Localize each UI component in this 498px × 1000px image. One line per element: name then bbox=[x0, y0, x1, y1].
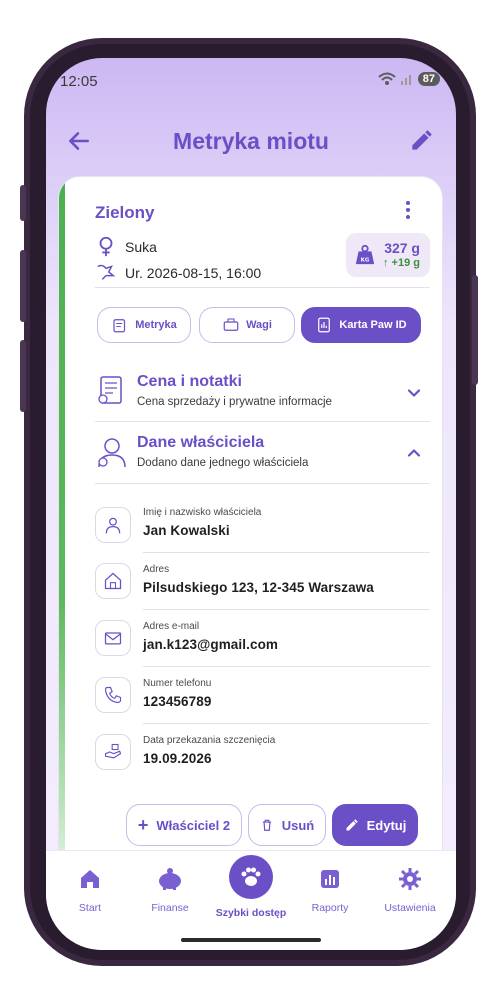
nav-finanse[interactable]: Finanse bbox=[130, 867, 210, 914]
bottom-nav: Start Finanse Szybki dostęp Raporty Usta… bbox=[46, 850, 456, 950]
nav-quick-access-button[interactable] bbox=[229, 855, 273, 899]
weight-badge[interactable]: KG 327 g ↑ +19 g bbox=[346, 233, 430, 277]
tab-metryka[interactable]: Metryka bbox=[97, 307, 191, 343]
side-button bbox=[20, 185, 26, 221]
tab-karta-paw-id[interactable]: Karta Paw ID bbox=[301, 307, 421, 343]
home-indicator[interactable] bbox=[181, 938, 321, 942]
divider bbox=[143, 666, 430, 667]
female-icon bbox=[99, 236, 113, 257]
delete-label: Usuń bbox=[281, 817, 315, 833]
nav-label: Ustawienia bbox=[384, 902, 436, 914]
section-subtitle: Cena sprzedaży i prywatne informacje bbox=[137, 396, 332, 408]
divider bbox=[143, 723, 430, 724]
signal-icon bbox=[400, 75, 411, 85]
house-icon bbox=[95, 563, 131, 599]
mail-icon bbox=[95, 620, 131, 656]
divider bbox=[95, 421, 430, 422]
weight-delta: ↑ +19 g bbox=[383, 257, 420, 269]
notes-icon bbox=[98, 376, 122, 404]
edit-label: Edytuj bbox=[366, 817, 407, 833]
status-icons: 87 bbox=[378, 72, 440, 86]
phone-label: Numer telefonu bbox=[143, 678, 212, 689]
side-button bbox=[20, 340, 26, 412]
tab-label: Wagi bbox=[246, 319, 272, 331]
screen: 12:05 87 Metryka miotu Zielony Suka Ur. … bbox=[46, 58, 456, 950]
chevron-down-icon[interactable] bbox=[404, 383, 424, 403]
color-marker bbox=[59, 177, 65, 875]
gear-icon bbox=[399, 868, 421, 890]
chevron-up-icon[interactable] bbox=[404, 443, 424, 463]
handover-icon bbox=[95, 734, 131, 770]
status-bar: 12:05 87 bbox=[46, 58, 456, 98]
nav-label: Start bbox=[78, 902, 102, 914]
weight-value: 327 g bbox=[384, 240, 420, 256]
handover-date-value: 19.09.2026 bbox=[143, 751, 212, 766]
power-button bbox=[472, 275, 478, 385]
paw-icon bbox=[241, 867, 261, 886]
status-time: 12:05 bbox=[60, 73, 98, 90]
wifi-icon bbox=[378, 72, 396, 85]
address-label: Adres bbox=[143, 564, 170, 575]
document-icon bbox=[113, 319, 126, 333]
divider bbox=[143, 609, 430, 610]
app-bar: Metryka miotu bbox=[46, 118, 456, 164]
id-card-icon bbox=[318, 317, 331, 333]
owner-name-value: Jan Kowalski bbox=[143, 523, 230, 538]
bar-chart-icon bbox=[321, 870, 339, 888]
stork-icon bbox=[97, 264, 116, 280]
delete-button[interactable]: Usuń bbox=[248, 804, 326, 846]
side-button bbox=[20, 250, 26, 322]
page-title: Metryka miotu bbox=[173, 128, 329, 154]
nav-start[interactable]: Start bbox=[50, 867, 130, 914]
section-title[interactable]: Cena i notatki bbox=[137, 373, 242, 391]
puppy-card: Zielony Suka Ur. 2026-08-15, 16:00 KG 32… bbox=[58, 176, 443, 876]
tab-label: Karta Paw ID bbox=[339, 319, 407, 331]
edit-button[interactable]: Edytuj bbox=[332, 804, 418, 846]
svg-text:KG: KG bbox=[361, 257, 370, 263]
pencil-icon[interactable] bbox=[408, 128, 434, 154]
owner-icon bbox=[98, 438, 126, 468]
battery-indicator: 87 bbox=[417, 72, 440, 86]
plus-icon: + bbox=[137, 815, 149, 835]
puppy-name: Zielony bbox=[95, 203, 155, 222]
trash-icon bbox=[262, 819, 271, 831]
divider bbox=[95, 287, 430, 288]
home-icon bbox=[81, 870, 99, 888]
scale-icon bbox=[223, 318, 239, 331]
weight-kg-icon: KG bbox=[355, 244, 375, 265]
more-options-icon[interactable] bbox=[404, 201, 412, 221]
section-subtitle: Dodano dane jednego właściciela bbox=[137, 457, 309, 469]
nav-ustawienia[interactable]: Ustawienia bbox=[370, 867, 450, 914]
piggy-bank-icon bbox=[159, 868, 181, 890]
person-icon bbox=[95, 507, 131, 543]
owner-name-label: Imię i nazwisko właściciela bbox=[143, 507, 262, 518]
nav-label: Finanse bbox=[151, 902, 189, 914]
tab-label: Metryka bbox=[135, 319, 177, 331]
nav-quick-access-label[interactable]: Szybki dostęp bbox=[201, 907, 301, 919]
phone-icon bbox=[95, 677, 131, 713]
handover-date-label: Data przekazania szczenięcia bbox=[143, 735, 276, 746]
section-title[interactable]: Dane właściciela bbox=[137, 434, 264, 452]
address-value: Pilsudskiego 123, 12-345 Warszawa bbox=[143, 580, 374, 595]
sex-label: Suka bbox=[125, 239, 157, 255]
add-owner-button[interactable]: + Właściciel 2 bbox=[126, 804, 242, 846]
phone-value: 123456789 bbox=[143, 694, 212, 709]
birth-date: Ur. 2026-08-15, 16:00 bbox=[125, 265, 262, 281]
add-owner-label: Właściciel 2 bbox=[156, 817, 231, 833]
nav-raporty[interactable]: Raporty bbox=[290, 867, 370, 914]
email-label: Adres e-mail bbox=[143, 621, 200, 632]
divider bbox=[95, 483, 430, 484]
pencil-icon bbox=[346, 818, 358, 830]
nav-label: Raporty bbox=[311, 902, 349, 914]
divider bbox=[143, 552, 430, 553]
email-value: jan.k123@gmail.com bbox=[143, 637, 279, 652]
tab-wagi[interactable]: Wagi bbox=[199, 307, 295, 343]
